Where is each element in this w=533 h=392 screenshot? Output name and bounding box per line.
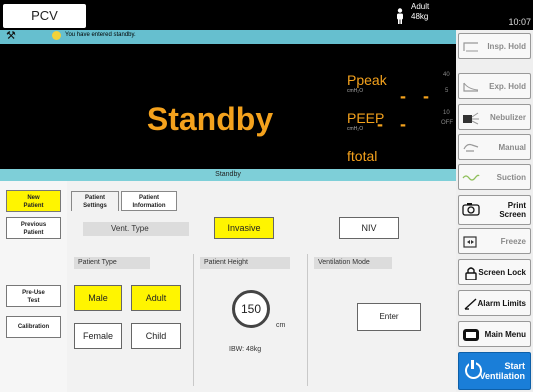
main-menu-label: Main Menu (484, 329, 526, 339)
suction-icon (462, 174, 480, 181)
nebulizer-icon (463, 112, 479, 125)
manual-icon (463, 143, 479, 152)
nebulizer-label: Nebulizer (489, 112, 526, 122)
camera-icon (462, 203, 480, 216)
height-unit: cm (276, 322, 286, 329)
param-peep[interactable]: PEEP cmH₂O - - 10 OFF (347, 110, 455, 144)
ventilation-mode-label: Ventilation Mode (314, 257, 392, 269)
alarm-limits-button[interactable]: Alarm Limits (458, 290, 531, 316)
divider (307, 254, 308, 386)
insp-hold-icon (463, 42, 478, 52)
manual-button[interactable]: Manual (458, 134, 531, 160)
calibration-button[interactable]: Calibration (6, 316, 61, 338)
info-bulb-icon (52, 31, 61, 40)
tab-patient-settings[interactable]: Patient Settings (71, 191, 119, 211)
divider (193, 254, 194, 386)
standby-status-text: Standby (146, 101, 274, 137)
service-icon[interactable]: ⚒ (6, 30, 20, 42)
clock: 10:07 (456, 0, 533, 30)
height-knob[interactable]: 150 (232, 290, 270, 328)
patient-icon (397, 8, 403, 24)
param-name: ftotal (347, 148, 378, 164)
screen-lock-button[interactable]: Screen Lock (458, 259, 531, 285)
start-ventilation-button[interactable]: Start Ventilation (458, 352, 531, 390)
child-button[interactable]: Child (131, 323, 181, 349)
main-menu-button[interactable]: Main Menu (458, 321, 531, 347)
status-banner: Standby (0, 169, 456, 181)
insp-hold-button[interactable]: Insp. Hold (458, 33, 531, 59)
exp-hold-button[interactable]: Exp. Hold (458, 73, 531, 99)
patient-type-text: Adult (411, 2, 430, 11)
exp-hold-icon (463, 82, 479, 92)
param-value: - - (377, 114, 412, 134)
param-scale-bottom: 5 (445, 88, 449, 94)
invasive-button[interactable]: Invasive (214, 217, 274, 239)
patient-type-label: Patient Type (74, 257, 150, 269)
patient-weight-text: 48kg (411, 12, 429, 21)
screen-lock-label: Screen Lock (478, 267, 526, 277)
ibw-text: IBW: 48kg (229, 346, 262, 353)
previous-patient-button[interactable]: Previous Patient (6, 217, 61, 239)
niv-button[interactable]: NIV (339, 217, 399, 239)
menu-icon (463, 329, 479, 341)
suction-label: Suction (496, 172, 526, 182)
print-screen-label: Print Screen (499, 201, 526, 219)
param-scale-top: 10 (443, 110, 450, 116)
start-ventilation-label: Start Ventilation (479, 361, 525, 381)
message-bar: ⚒ You have entered standby. (0, 30, 456, 44)
female-button[interactable]: Female (74, 323, 122, 349)
print-screen-button[interactable]: Print Screen (458, 195, 531, 225)
ventilation-mode-indicator[interactable]: PCV (3, 4, 86, 28)
param-scale-top: 40 (443, 72, 450, 78)
alarm-limits-label: Alarm Limits (477, 298, 526, 308)
lock-icon (465, 267, 477, 280)
message-text: You have entered standby. (65, 32, 136, 38)
freeze-label: Freeze (500, 236, 526, 246)
manual-label: Manual (498, 142, 526, 152)
exp-hold-label: Exp. Hold (489, 81, 526, 91)
freeze-button[interactable]: Freeze (458, 228, 531, 254)
tab-patient-information[interactable]: Patient Information (121, 191, 177, 211)
patient-height-label: Patient Height (200, 257, 290, 269)
vent-type-label: Vent. Type (83, 222, 189, 236)
freeze-icon (463, 236, 477, 248)
male-button[interactable]: Male (74, 285, 122, 311)
patient-info: Adult 48kg (411, 2, 429, 22)
insp-hold-label: Insp. Hold (487, 41, 526, 51)
param-scale-bottom: OFF (441, 120, 453, 126)
pre-use-test-button[interactable]: Pre-Use Test (6, 285, 61, 307)
param-value: - - (400, 86, 435, 106)
adult-button[interactable]: Adult (131, 285, 181, 311)
setup-panel (0, 181, 456, 392)
suction-button[interactable]: Suction (458, 164, 531, 190)
new-patient-button[interactable]: New Patient (6, 190, 61, 212)
enter-button[interactable]: Enter (357, 303, 421, 331)
nebulizer-button[interactable]: Nebulizer (458, 104, 531, 130)
param-ftotal[interactable]: ftotal (347, 148, 455, 168)
